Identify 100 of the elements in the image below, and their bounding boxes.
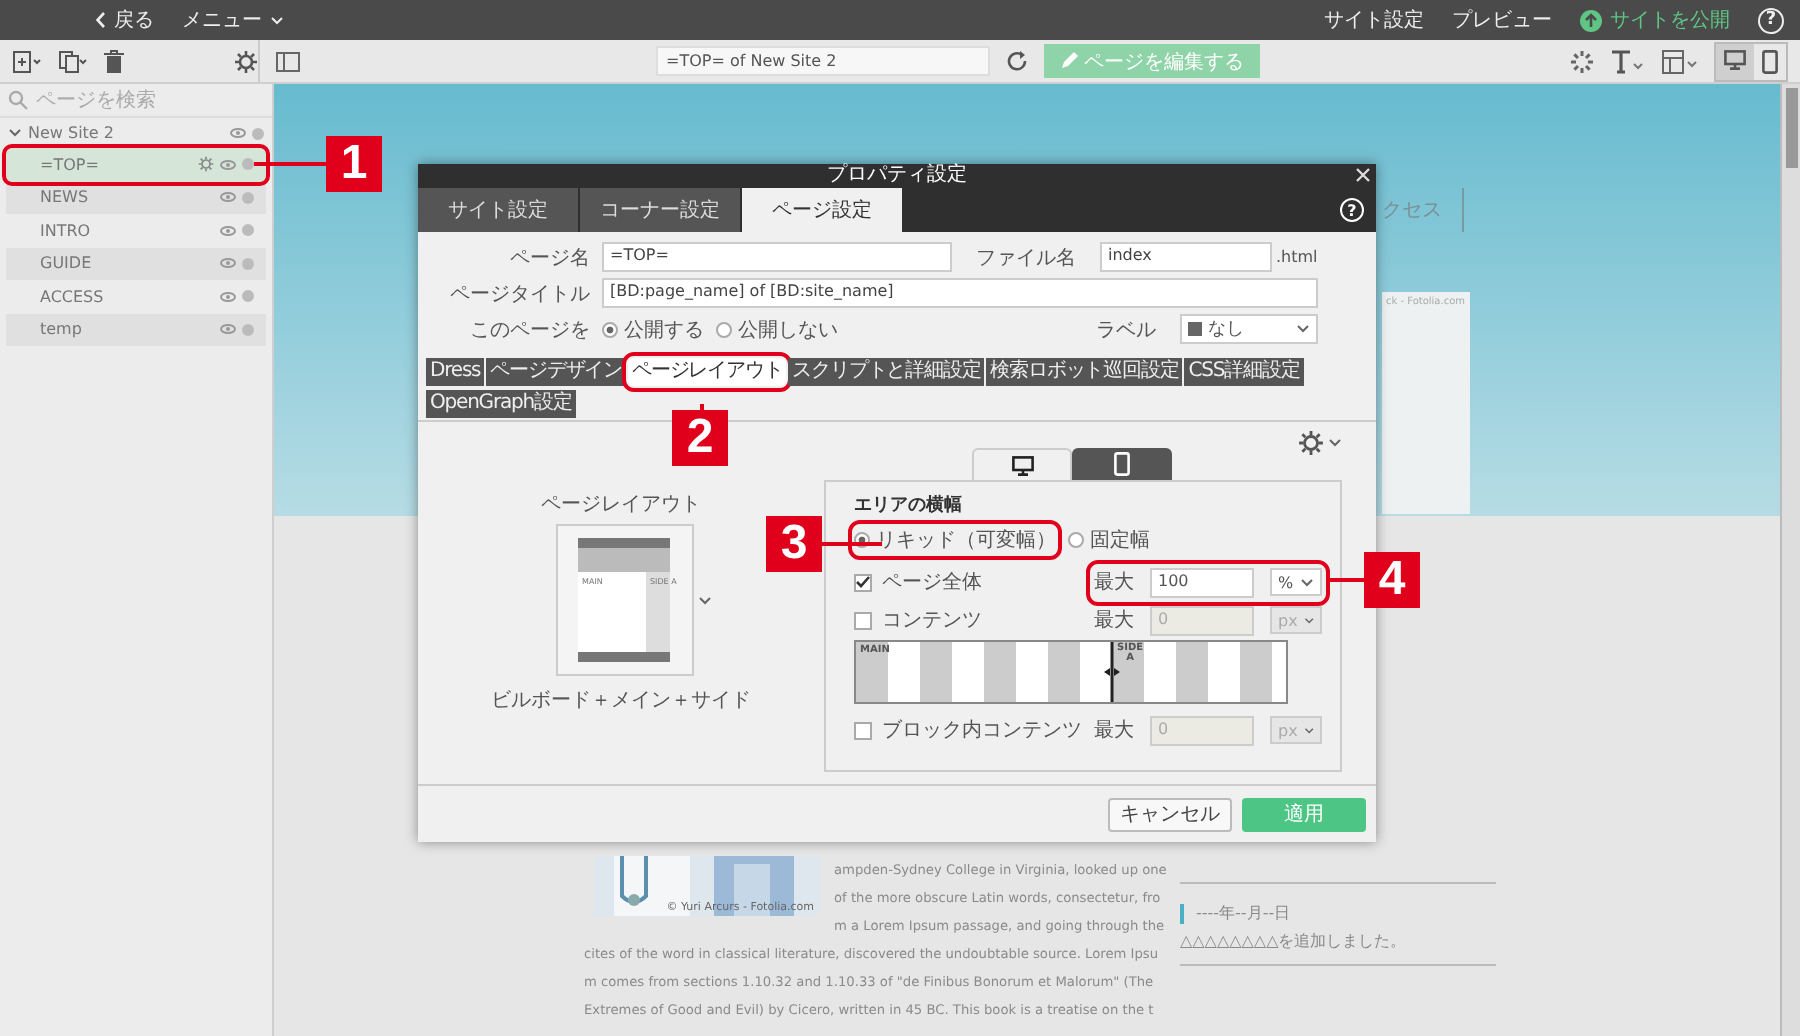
smartphone-icon [1114,452,1130,476]
url-field[interactable]: =TOP= of New Site 2 [656,46,990,76]
sub-tab[interactable]: CSS詳細設定 [1184,358,1304,386]
search-icon [8,90,28,110]
back-icon[interactable] [96,12,106,28]
mobile-tab[interactable] [1072,448,1172,480]
chevron-icon [1295,324,1310,334]
radio-label[interactable]: 固定幅 [1090,526,1150,554]
page-item[interactable]: ACCESS [6,280,266,313]
upload-icon[interactable] [1580,9,1602,31]
settings-icon[interactable] [198,156,214,173]
radio-label[interactable]: 公開する [624,315,704,343]
page-item[interactable]: =TOP= [6,148,266,181]
text-style-icon[interactable] [1610,49,1646,73]
smartphone-icon [1762,49,1778,73]
section-label: ページレイアウト [541,492,701,518]
label-icon [1187,322,1202,336]
checkbox[interactable] [854,721,872,739]
panel-toggle-icon[interactable] [276,51,300,71]
menu-button[interactable]: メニュー [182,6,262,34]
trash-icon[interactable] [104,49,124,73]
page-item[interactable]: GUIDE [6,247,266,280]
file-name-field[interactable]: index [1100,242,1272,272]
settings-tab[interactable]: コーナー設定 [580,188,742,232]
desktop-icon [1011,455,1033,475]
close-icon[interactable] [1356,168,1370,182]
unit-select[interactable]: % [1270,568,1322,596]
news-date: ----年--月--日 [1196,902,1291,924]
dialog-title: プロパティ設定 [827,164,967,188]
option-label: ページ全体 [882,570,984,596]
max-width-field[interactable]: 100 [1150,567,1254,597]
desktop-tab[interactable] [972,448,1072,480]
settings-tab[interactable]: ページ設定 [742,188,904,232]
sub-tab[interactable]: ページレイアウト [627,358,787,386]
leader-line [254,162,326,166]
radio-button[interactable] [602,321,618,337]
sub-tab[interactable]: Dress [426,358,485,386]
billboard-block [578,548,670,572]
copy-page-icon[interactable] [58,49,88,73]
header-link[interactable]: サイト設定 [1324,6,1424,34]
help-button[interactable]: ? [1340,198,1364,222]
sub-tab[interactable]: OpenGraph設定 [426,390,576,418]
field-label: ラベル [1095,317,1158,343]
back-link[interactable]: 戻る [114,6,154,34]
radio-label[interactable]: 公開しない [738,315,838,343]
pencil-icon [1060,52,1078,70]
field-label: ファイル名 [976,245,1078,271]
news-text: △△△△△△△△を追加しました。 [1180,930,1409,952]
resize-handle[interactable] [1104,642,1120,702]
callout-number: 3 [766,516,822,572]
cancel-button[interactable]: キャンセル [1108,798,1232,832]
field-label: ページ名 [508,245,592,271]
settings-icon[interactable] [234,49,258,73]
layout-icon[interactable] [1662,49,1698,73]
label-select[interactable]: なし [1179,314,1318,344]
status-dot [252,127,264,139]
sub-tab[interactable]: 検索ロボット巡回設定 [986,358,1183,386]
chevron-icon [270,15,284,25]
header-link[interactable]: プレビュー [1452,6,1552,34]
help-button[interactable]: ? [1758,7,1784,33]
callout-number: 1 [326,136,382,192]
spinner-icon[interactable] [1570,49,1594,73]
page-title-field[interactable]: [BD:page_name] of [BD:site_name] [602,278,1318,308]
publish-link[interactable]: サイトを公開 [1610,6,1730,34]
chevron-icon [1300,577,1314,587]
radio-button[interactable] [716,321,732,337]
page-name-field[interactable]: =TOP= [602,242,952,272]
checkbox[interactable] [854,573,872,591]
dropdown-icon [1328,438,1342,448]
radio-label[interactable]: リキッド（可変幅） [876,526,1056,554]
dropdown-icon [697,595,711,605]
expand-icon [8,128,22,138]
max-label: 最大 [1094,607,1134,634]
chevron-icon [1303,615,1314,625]
chevron-icon [1303,725,1314,735]
sub-tab[interactable]: スクリプトと詳細設定 [788,358,985,386]
option-label: コンテンツ [882,608,984,634]
page-item[interactable]: INTRO [6,214,266,247]
callout-number: 2 [672,410,728,466]
checkbox[interactable] [854,611,872,629]
sub-tab[interactable]: ページデザイン [486,358,626,386]
max-label: 最大 [1094,717,1134,744]
max-label: 最大 [1094,569,1134,596]
field-label: このページを [468,317,592,343]
scrollbar-thumb[interactable] [1786,88,1798,168]
reload-icon[interactable] [1006,50,1028,72]
site-name[interactable]: New Site 2 [28,124,224,142]
section-heading: エリアの横幅 [854,492,962,518]
radio-button[interactable] [1068,532,1084,548]
desktop-view-button[interactable] [1716,43,1754,79]
header-bar [578,538,670,548]
desktop-icon [1724,49,1746,69]
page-item[interactable]: temp [6,313,266,346]
footer-bar [578,652,670,662]
settings-tab[interactable]: サイト設定 [418,188,580,232]
file-extension: .html [1276,248,1318,266]
option-label: ブロック内コンテンツ [882,717,1082,744]
settings-icon[interactable] [1298,430,1324,456]
leader-line [822,542,882,546]
add-page-icon[interactable] [12,49,42,73]
